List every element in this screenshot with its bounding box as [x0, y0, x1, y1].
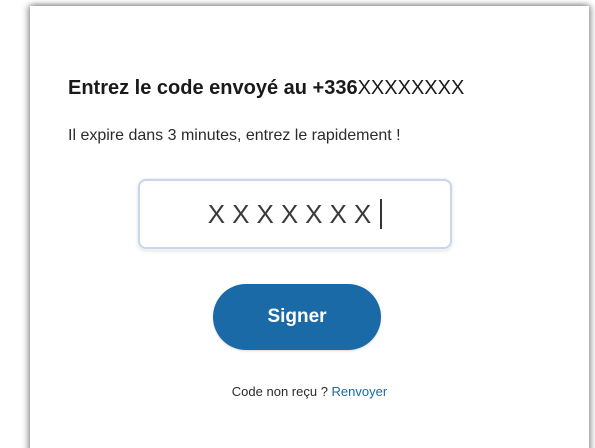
expiry-notice: Il expire dans 3 minutes, entrez le rapi… [68, 127, 401, 144]
resend-row: Code non reçu ? Renvoyer [30, 384, 589, 399]
masked-phone-number: XXXXXXXX [357, 77, 465, 99]
sign-button[interactable]: Signer [213, 284, 381, 350]
page: Entrez le code envoyé au +336XXXXXXXX Il… [0, 0, 595, 448]
resend-link[interactable]: Renvoyer [332, 384, 388, 399]
text-caret [380, 199, 383, 229]
resend-prompt: Code non reçu ? [231, 384, 328, 399]
code-verification-card: Entrez le code envoyé au +336XXXXXXXX Il… [30, 6, 589, 448]
title-prefix: Entrez le code envoyé au +336 [68, 77, 358, 99]
code-input-value: XXXXXXX [207, 198, 379, 229]
page-title: Entrez le code envoyé au +336XXXXXXXX [68, 76, 464, 100]
verification-code-input[interactable]: XXXXXXX [138, 179, 452, 249]
